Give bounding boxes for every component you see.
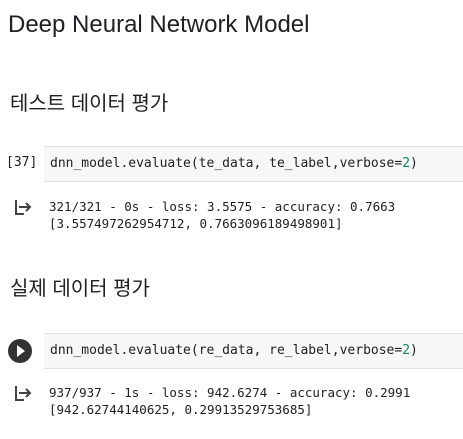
section-heading-test: 테스트 데이터 평가	[10, 93, 169, 115]
section-heading-real: 실제 데이터 평가	[10, 278, 150, 300]
code-line: dnn_model.evaluate(re_data, re_label,ver…	[50, 343, 418, 358]
run-cell-button[interactable]	[8, 339, 32, 363]
number-literal: 2	[402, 156, 411, 171]
output-line: 321/321 - 0s - loss: 3.5575 - accuracy: …	[49, 199, 396, 214]
output-line: [3.557497262954712, 0.7663096189498901]	[49, 216, 343, 231]
code-cell-test: [37] dnn_model.evaluate(te_data, te_labe…	[0, 146, 463, 182]
output-line: 937/937 - 1s - loss: 942.6274 - accuracy…	[49, 385, 411, 400]
code-text-end: )	[410, 343, 418, 358]
code-cell-real: dnn_model.evaluate(re_data, re_label,ver…	[0, 333, 463, 369]
execution-count: [37]	[6, 155, 38, 170]
notebook-title: Deep Neural Network Model	[8, 11, 310, 38]
code-text: dnn_model.evaluate(te_data, te_label,ver…	[50, 156, 403, 171]
output-line: [942.62744140625, 0.29913529753685]	[49, 402, 313, 417]
output-arrow-icon[interactable]	[14, 199, 32, 215]
code-editor[interactable]: dnn_model.evaluate(te_data, te_label,ver…	[44, 146, 463, 182]
cell-output-real: 937/937 - 1s - loss: 942.6274 - accuracy…	[49, 384, 410, 418]
number-literal: 2	[402, 343, 411, 358]
code-text: dnn_model.evaluate(re_data, re_label,ver…	[50, 343, 403, 358]
code-editor[interactable]: dnn_model.evaluate(re_data, re_label,ver…	[44, 333, 463, 369]
cell-output-test: 321/321 - 0s - loss: 3.5575 - accuracy: …	[49, 198, 395, 232]
output-arrow-icon[interactable]	[14, 385, 32, 401]
code-text-end: )	[410, 156, 418, 171]
code-line: dnn_model.evaluate(te_data, te_label,ver…	[50, 156, 418, 171]
